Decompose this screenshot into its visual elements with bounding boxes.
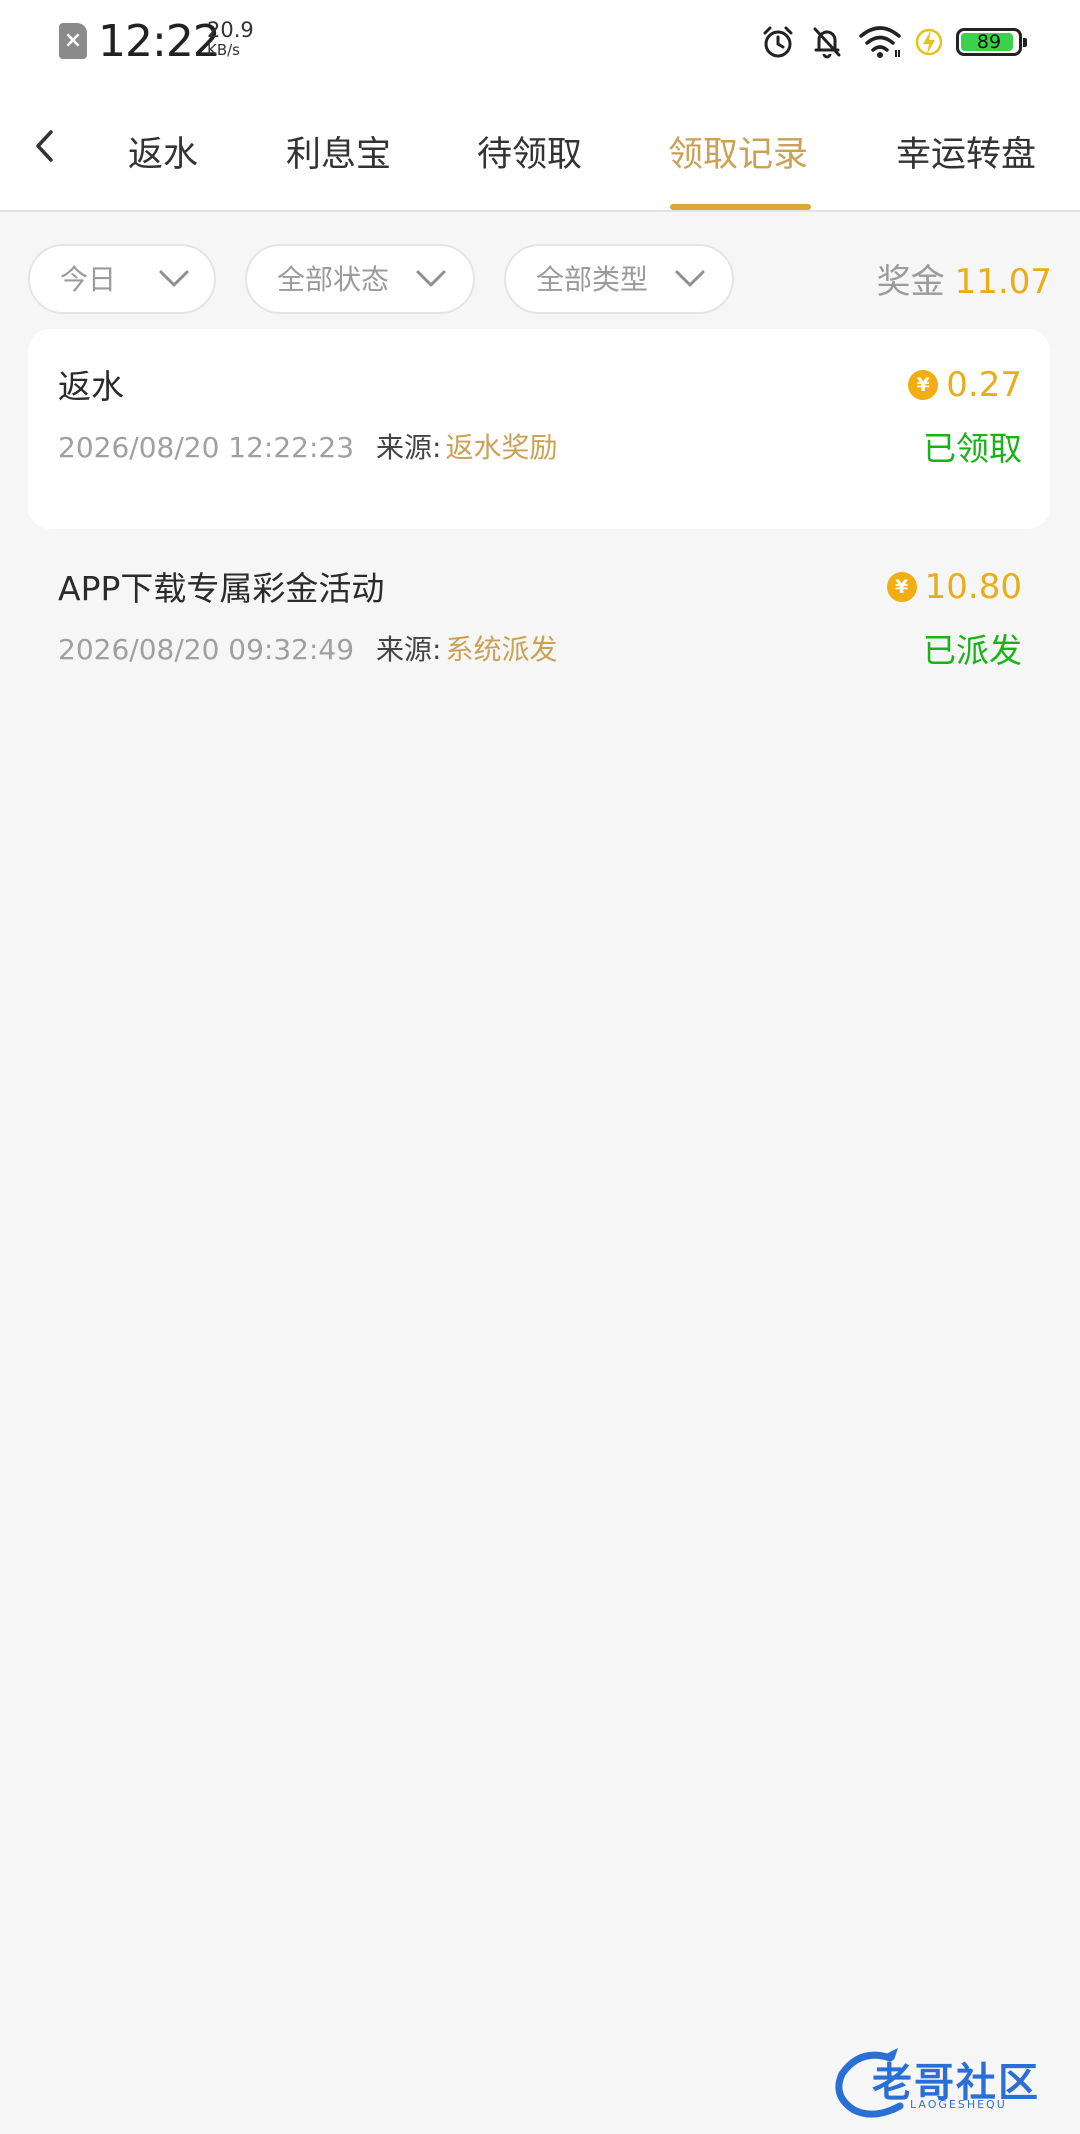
record-amount-value: 0.27 <box>946 365 1022 405</box>
record-source-label: 来源: <box>376 431 442 464</box>
charging-icon <box>916 28 942 56</box>
status-time: 12:22 <box>98 16 221 67</box>
network-speed-value: 20.9 <box>207 18 254 42</box>
back-button[interactable] <box>24 122 64 170</box>
watermark-logo: 老哥社区 LAOGESHEQU <box>830 2044 1060 2122</box>
chevron-down-icon <box>416 270 446 287</box>
tab-interest[interactable]: 利息宝 <box>286 88 391 210</box>
alarm-icon <box>763 26 793 58</box>
record-meta: 2026/08/20 09:32:49 来源: 系统派发 <box>58 633 558 667</box>
record-time: 2026/08/20 12:22:23 <box>58 431 355 464</box>
tab-claim-records[interactable]: 领取记录 <box>668 88 808 210</box>
network-speed-unit: KB/s <box>207 41 240 59</box>
bonus-amount: 11.07 <box>954 262 1052 302</box>
record-title: 返水 <box>58 367 124 406</box>
record-title: APP下载专属彩金活动 <box>58 569 385 608</box>
bonus-label: 奖金 <box>876 262 945 302</box>
record-amount: ¥ 0.27 <box>908 365 1022 405</box>
record-amount-value: 10.80 <box>924 567 1022 607</box>
status-filter[interactable]: 全部状态 <box>245 244 475 314</box>
filter-row: 今日 全部状态 全部类型 奖金 11.07 <box>0 212 1080 324</box>
bonus-total: 奖金 11.07 <box>877 262 1052 302</box>
battery-icon: 89 <box>956 28 1027 56</box>
chevron-down-icon <box>159 270 189 287</box>
record-status: 已派发 <box>923 631 1022 670</box>
record-source: 系统派发 <box>445 633 558 666</box>
record-meta: 2026/08/20 12:22:23 来源: 返水奖励 <box>58 431 558 465</box>
type-filter[interactable]: 全部类型 <box>504 244 734 314</box>
battery-nub <box>1023 38 1027 47</box>
watermark-subtext: LAOGESHEQU <box>910 2098 1007 2111</box>
header-tabs: 返水 利息宝 待领取 领取记录 幸运转盘 <box>0 88 1080 212</box>
chevron-down-icon <box>675 270 705 287</box>
date-filter-label: 今日 <box>60 263 117 296</box>
chevron-left-icon <box>36 130 53 162</box>
mute-icon <box>813 27 841 59</box>
status-icons: 89 <box>760 22 1027 62</box>
coin-icon: ¥ <box>908 370 939 400</box>
battery-level: 89 <box>976 31 1002 53</box>
status-filter-label: 全部状态 <box>277 263 390 296</box>
active-tab-indicator <box>670 204 811 210</box>
status-bar: × 12:22 20.9 KB/s 89 <box>0 0 1080 88</box>
record-amount: ¥ 10.80 <box>886 567 1022 607</box>
tab-pending[interactable]: 待领取 <box>477 88 582 210</box>
network-speed: 20.9 KB/s <box>207 18 277 60</box>
date-filter[interactable]: 今日 <box>28 244 216 314</box>
sim-off-icon: × <box>59 23 87 59</box>
record-source-label: 来源: <box>376 633 442 666</box>
tab-rebate[interactable]: 返水 <box>128 88 198 210</box>
record-status: 已领取 <box>923 429 1022 468</box>
record-source: 返水奖励 <box>445 431 558 464</box>
tab-lucky-wheel[interactable]: 幸运转盘 <box>896 88 1036 210</box>
wifi-icon <box>859 26 901 58</box>
record-card[interactable]: APP下载专属彩金活动 2026/08/20 09:32:49 来源: 系统派发 ¥… <box>28 531 1050 731</box>
record-card[interactable]: 返水 2026/08/20 12:22:23 来源: 返水奖励 ¥ 0.27 已领取 <box>28 329 1050 529</box>
record-time: 2026/08/20 09:32:49 <box>58 633 355 666</box>
coin-icon: ¥ <box>886 572 917 602</box>
type-filter-label: 全部类型 <box>536 263 649 296</box>
